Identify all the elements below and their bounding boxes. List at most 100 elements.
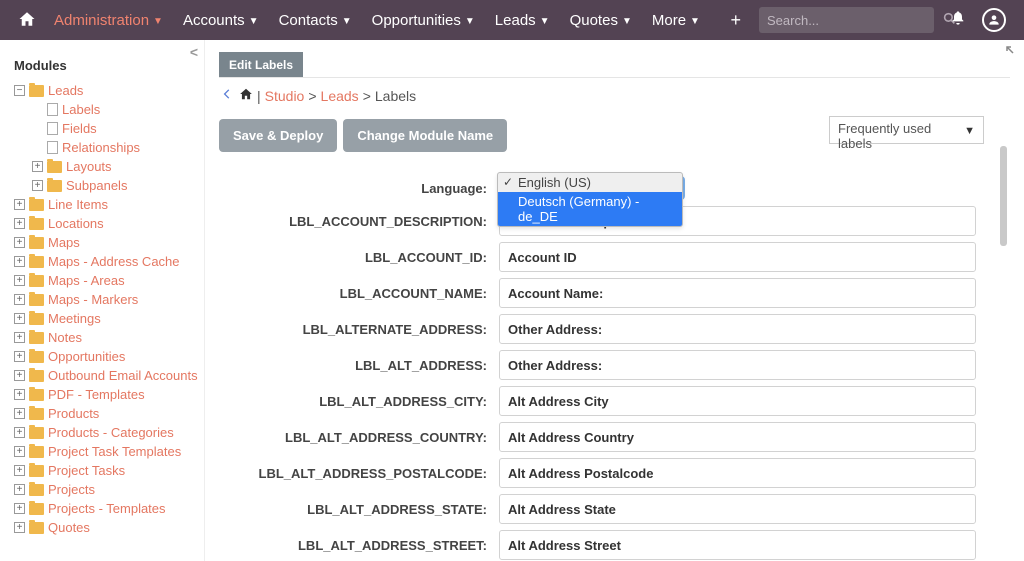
nav-more[interactable]: More▼ (642, 12, 710, 29)
nav-administration[interactable]: Administration▼ (44, 12, 173, 29)
scrollbar[interactable] (1000, 108, 1007, 561)
tree-item[interactable]: +PDF - Templates (14, 385, 202, 404)
tree-item[interactable]: +Maps (14, 233, 202, 252)
tree-label: Labels (62, 102, 100, 117)
tree-leads-fields[interactable]: Fields (32, 119, 202, 138)
search-input[interactable] (767, 13, 943, 28)
tree-item[interactable]: +Maps - Address Cache (14, 252, 202, 271)
expander-icon[interactable]: + (32, 180, 43, 191)
tree-item[interactable]: +Quotes (14, 518, 202, 537)
expander-icon[interactable]: + (14, 408, 25, 419)
tree-item[interactable]: +Meetings (14, 309, 202, 328)
nav-quotes[interactable]: Quotes▼ (560, 12, 642, 29)
breadcrumb-leads[interactable]: Leads (321, 88, 359, 104)
tree-item[interactable]: +Locations (14, 214, 202, 233)
nav-contacts[interactable]: Contacts▼ (269, 12, 362, 29)
user-icon[interactable] (974, 4, 1014, 36)
expander-icon[interactable]: + (14, 332, 25, 343)
tree-label: Maps - Markers (48, 292, 138, 307)
nav-label: Quotes (570, 12, 618, 29)
folder-icon (29, 465, 44, 477)
tree-item[interactable]: +Line Items (14, 195, 202, 214)
label-value-input[interactable] (499, 278, 976, 308)
tree-item[interactable]: +Projects - Templates (14, 499, 202, 518)
expander-icon[interactable]: − (14, 85, 25, 96)
expander-icon[interactable]: + (14, 237, 25, 248)
expander-icon[interactable]: + (14, 256, 25, 267)
tree-leads-subpanels[interactable]: +Subpanels (32, 176, 202, 195)
expander-icon[interactable]: + (14, 389, 25, 400)
label-value-input[interactable] (499, 422, 976, 452)
label-value-input[interactable] (499, 350, 976, 380)
label-value-input[interactable] (499, 242, 976, 272)
nav-leads[interactable]: Leads▼ (485, 12, 560, 29)
label-value-input[interactable] (499, 494, 976, 524)
tree-item[interactable]: +Products - Categories (14, 423, 202, 442)
nav-label: Leads (495, 12, 536, 29)
language-option-de[interactable]: Deutsch (Germany) - de_DE (498, 192, 682, 226)
tree-item[interactable]: + Maps - Areas (14, 271, 202, 290)
language-option-en[interactable]: English (US) (498, 173, 682, 192)
bell-icon[interactable] (942, 6, 974, 35)
plus-icon[interactable]: + (720, 6, 751, 35)
expander-icon[interactable]: + (14, 275, 25, 286)
breadcrumb-studio[interactable]: Studio (265, 88, 305, 104)
expander-icon[interactable]: + (14, 465, 25, 476)
folder-icon (29, 85, 44, 97)
panel-popout-icon[interactable] (1006, 46, 1020, 60)
tree-leads[interactable]: − Leads (14, 81, 202, 100)
tree-label: Maps - Areas (48, 273, 125, 288)
tree-leads-layouts[interactable]: +Layouts (32, 157, 202, 176)
label-value-input[interactable] (499, 314, 976, 344)
sidebar-collapse-icon[interactable]: < (190, 44, 198, 60)
tree-item[interactable]: + Products (14, 404, 202, 423)
tree-item[interactable]: +Outbound Email Accounts (14, 366, 202, 385)
label-key: LBL_ACCOUNT_ID: (219, 250, 499, 265)
scrollbar-thumb[interactable] (1000, 146, 1007, 246)
file-icon (47, 122, 58, 135)
tab-edit-labels[interactable]: Edit Labels (219, 52, 303, 78)
tree-item[interactable]: +Project Tasks (14, 461, 202, 480)
label-filter-select[interactable]: Frequently used labels ▼ (829, 116, 984, 144)
label-value-input[interactable] (499, 530, 976, 560)
expander-icon[interactable]: + (14, 294, 25, 305)
expander-icon[interactable]: + (14, 370, 25, 381)
folder-icon (47, 180, 62, 192)
expander-icon[interactable]: + (14, 484, 25, 495)
nav-menu: Administration▼ Accounts▼ Contacts▼ Oppo… (44, 12, 710, 29)
nav-label: Accounts (183, 12, 245, 29)
home-icon[interactable] (10, 6, 44, 35)
label-key: LBL_ALT_ADDRESS_STATE: (219, 502, 499, 517)
tree-item[interactable]: +Opportunities (14, 347, 202, 366)
label-key: LBL_ACCOUNT_DESCRIPTION: (219, 214, 499, 229)
tree-label: Leads (48, 83, 83, 98)
expander-icon[interactable]: + (14, 351, 25, 362)
expander-icon[interactable]: + (14, 503, 25, 514)
expander-icon[interactable]: + (32, 161, 43, 172)
nav-accounts[interactable]: Accounts▼ (173, 12, 269, 29)
expander-icon[interactable]: + (14, 218, 25, 229)
expander-icon[interactable]: + (14, 522, 25, 533)
nav-opportunities[interactable]: Opportunities▼ (362, 12, 485, 29)
breadcrumb-sep: | (257, 88, 261, 104)
back-icon[interactable] (219, 86, 235, 105)
expander-icon[interactable]: + (14, 427, 25, 438)
label-value-input[interactable] (499, 458, 976, 488)
tree-item[interactable]: + Maps - Markers (14, 290, 202, 309)
tree-item[interactable]: +Notes (14, 328, 202, 347)
expander-icon[interactable]: + (14, 199, 25, 210)
tree-item[interactable]: +Project Task Templates (14, 442, 202, 461)
search-box[interactable] (759, 7, 934, 33)
chevron-down-icon: ▼ (342, 16, 352, 27)
tree-item[interactable]: +Projects (14, 480, 202, 499)
tree-label: Products (48, 406, 99, 421)
tree-leads-labels[interactable]: Labels (32, 100, 202, 119)
change-module-name-button[interactable]: Change Module Name (343, 119, 507, 152)
home-crumb-icon[interactable] (239, 87, 253, 104)
expander-icon[interactable]: + (14, 313, 25, 324)
expander-icon[interactable]: + (14, 446, 25, 457)
save-button[interactable]: Save & Deploy (219, 119, 337, 152)
file-icon (47, 103, 58, 116)
label-value-input[interactable] (499, 386, 976, 416)
tree-leads-relationships[interactable]: Relationships (32, 138, 202, 157)
